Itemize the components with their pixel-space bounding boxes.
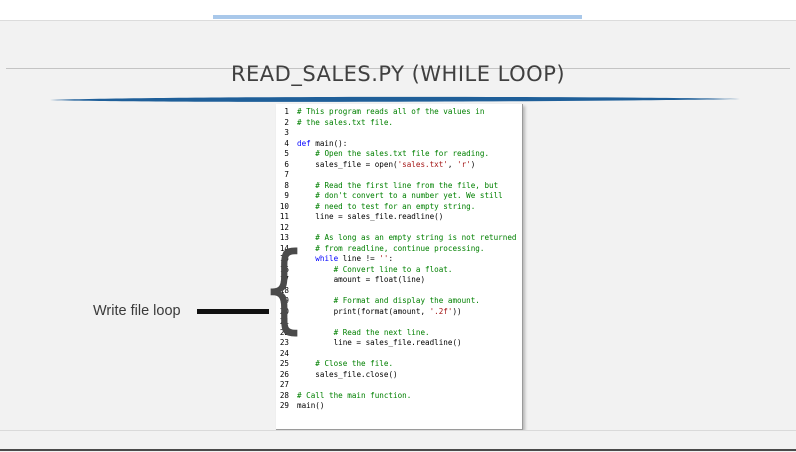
code-token-keyword: def	[297, 138, 311, 148]
pointer-bar	[197, 309, 269, 314]
code-line: 18	[276, 286, 516, 297]
code-token-string: '.2f'	[429, 306, 453, 316]
code-line: 23 line = sales_file.readline()	[276, 338, 516, 349]
code-token-comment: # This program reads all of the values i…	[297, 107, 485, 116]
code-token-plain: line !=	[338, 254, 380, 263]
code-token-plain: line = sales_file.readline()	[315, 212, 444, 221]
code-token-plain: amount = float(line)	[333, 275, 426, 284]
code-line: 17 amount = float(line)	[276, 275, 516, 286]
code-listing: 1 # This program reads all of the values …	[276, 104, 523, 430]
code-token-plain: ,	[447, 159, 458, 169]
code-line: 10 # need to test for an empty string.	[276, 202, 516, 213]
line-number: 1	[284, 107, 289, 116]
code-line: 14 # from readline, continue processing.	[276, 244, 516, 255]
line-number: 6	[284, 159, 289, 169]
code-line: 20 print(format(amount, '.2f'))	[276, 307, 516, 318]
code-line: 7	[276, 170, 516, 181]
code-token-comment: # Open the sales.txt file for reading.	[315, 149, 490, 158]
code-token-comment: # need to test for an empty string.	[315, 201, 476, 211]
code-token-plain: print(format(amount,	[333, 306, 430, 316]
line-number: 25	[279, 359, 289, 368]
code-token-plain: ))	[452, 306, 462, 316]
code-line: 29 main()	[276, 401, 516, 412]
code-token-comment: # from readline, continue processing.	[315, 243, 485, 253]
line-number: 3	[284, 128, 289, 137]
code-line: 28 # Call the main function.	[276, 391, 516, 402]
code-line: 19 # Format and display the amount.	[276, 296, 516, 307]
code-line: 22 # Read the next line.	[276, 328, 516, 339]
code-line: 24	[276, 349, 516, 360]
code-token-plain: sales_file.close()	[315, 369, 398, 379]
code-token-comment: # Close the file.	[315, 359, 394, 368]
code-token-comment: # Format and display the amount.	[333, 296, 480, 305]
code-line: 25 # Close the file.	[276, 359, 516, 370]
code-line: 4 def main():	[276, 139, 516, 150]
top-accent-bar	[213, 15, 582, 19]
code-token-plain: :	[388, 254, 394, 263]
line-number: 8	[284, 180, 289, 190]
code-token-plain: main():	[310, 138, 348, 148]
code-token-comment: # Convert line to a float.	[333, 264, 453, 274]
line-number: 5	[284, 149, 289, 158]
swoosh-shape	[50, 96, 740, 102]
line-number: 26	[279, 369, 289, 379]
line-number: 7	[284, 170, 289, 179]
code-line: 3	[276, 128, 516, 139]
line-number: 27	[279, 380, 289, 389]
line-number: 4	[284, 138, 289, 148]
code-token-plain: )	[470, 159, 476, 169]
code-token-comment: # Read the next line.	[333, 327, 430, 337]
code-line: 8 # Read the first line from the file, b…	[276, 181, 516, 192]
loop-brace-icon: {	[262, 232, 306, 344]
code-token-string: 'r'	[457, 159, 471, 169]
code-line: 5 # Open the sales.txt file for reading.	[276, 149, 516, 160]
line-number: 2	[284, 117, 289, 127]
code-line: 12	[276, 223, 516, 234]
line-number: 28	[279, 390, 289, 400]
code-token-string: 'sales.txt'	[397, 159, 448, 169]
loop-label: Write file loop	[93, 303, 181, 319]
line-number: 9	[284, 191, 289, 200]
code-line: 21	[276, 317, 516, 328]
code-token-comment: # As long as an empty string is not retu…	[315, 233, 517, 242]
code-line: 15 while line != '':	[276, 254, 516, 265]
code-token-comment: # Read the first line from the file, but	[315, 180, 499, 190]
line-number: 29	[279, 401, 289, 410]
line-number: 24	[279, 348, 289, 358]
code-token-comment: # don't convert to a number yet. We stil…	[315, 191, 503, 200]
code-token-comment: # Call the main function.	[297, 390, 412, 400]
code-line: 2 # the sales.txt file.	[276, 118, 516, 129]
line-number: 11	[279, 212, 289, 221]
code-token-plain: main()	[297, 401, 325, 410]
code-token-plain: sales_file = open(	[315, 159, 398, 169]
code-body: 1 # This program reads all of the values …	[276, 107, 517, 412]
code-line: 13 # As long as an empty string is not r…	[276, 233, 517, 244]
code-line: 1 # This program reads all of the values …	[276, 107, 516, 118]
line-number: 10	[279, 201, 289, 211]
code-line: 16 # Convert line to a float.	[276, 265, 516, 276]
code-token-comment: # the sales.txt file.	[297, 117, 394, 127]
code-token-plain: line = sales_file.readline()	[333, 338, 462, 347]
code-line: 27	[276, 380, 516, 391]
slide-title: READ_SALES.PY (WHILE LOOP)	[230, 62, 566, 86]
code-line: 26 sales_file.close()	[276, 370, 516, 381]
code-line: 11 line = sales_file.readline()	[276, 212, 516, 223]
code-line: 6 sales_file = open('sales.txt', 'r')	[276, 160, 516, 171]
code-token-keyword: while	[315, 254, 339, 263]
code-line: 9 # don't convert to a number yet. We st…	[276, 191, 516, 202]
